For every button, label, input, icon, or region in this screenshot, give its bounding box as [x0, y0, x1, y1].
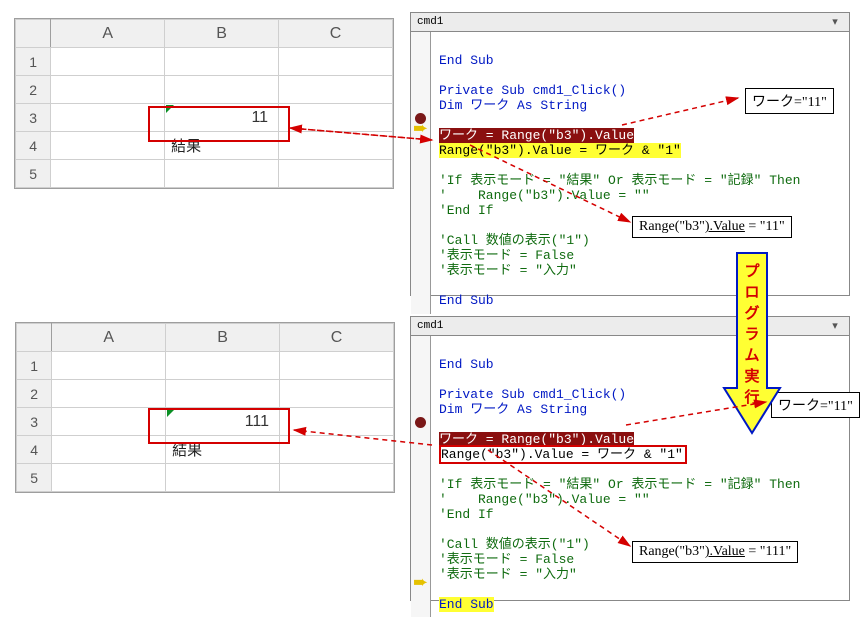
code-title-bar: cmd1 ▾ — [411, 317, 849, 336]
dropdown-icon[interactable]: ▾ — [827, 15, 843, 29]
code-line: '表示モード = False — [439, 248, 574, 263]
cell-c5[interactable] — [280, 464, 394, 492]
row-header-4[interactable]: 4 — [16, 132, 51, 160]
row-header-5[interactable]: 5 — [16, 160, 51, 188]
cell-a2[interactable] — [52, 380, 166, 408]
cell-b4[interactable]: 結果 — [165, 132, 279, 160]
cell-c5[interactable] — [279, 160, 393, 188]
tooltip-work-bottom: ワーク="11" — [771, 392, 860, 418]
cell-c4[interactable] — [279, 132, 393, 160]
row-header-1[interactable]: 1 — [16, 48, 51, 76]
cell-a5[interactable] — [51, 160, 165, 188]
spreadsheet-bottom: A B C 1 2 3 111 4 結果 5 — [15, 322, 395, 493]
code-editor-bottom[interactable]: End Sub Private Sub cmd1_Click() Dim ワーク… — [431, 336, 849, 617]
cell-c4[interactable] — [280, 436, 394, 464]
cell-b1[interactable] — [166, 352, 280, 380]
code-gutter: ➨ — [411, 32, 431, 314]
step-arrow-icon: ➨ — [413, 578, 428, 591]
code-line: ' Range("b3").Value = "" — [439, 492, 650, 507]
code-line: 'End If — [439, 203, 494, 218]
cell-b5[interactable] — [166, 464, 280, 492]
select-all-corner[interactable] — [16, 20, 51, 48]
cell-c2[interactable] — [279, 76, 393, 104]
object-dropdown[interactable]: cmd1 — [417, 320, 443, 332]
row-header-2[interactable]: 2 — [16, 76, 51, 104]
code-line: 'Call 数値の表示("1") — [439, 233, 590, 248]
tooltip-range-bottom: Range("b3").Value = "111" — [632, 541, 798, 563]
cell-c1[interactable] — [279, 48, 393, 76]
next-line-box: Range("b3").Value = ワーク & "1" — [439, 445, 687, 464]
object-dropdown[interactable]: cmd1 — [417, 16, 443, 28]
code-line: 'End If — [439, 507, 494, 522]
cell-a3[interactable] — [51, 104, 165, 132]
code-window-top: cmd1 ▾ ➨ End Sub Private Sub cmd1_Click(… — [410, 12, 850, 296]
cell-b2[interactable] — [166, 380, 280, 408]
cell-b3[interactable]: 111 — [166, 408, 280, 436]
row-header-5[interactable]: 5 — [17, 464, 52, 492]
cell-a3[interactable] — [52, 408, 166, 436]
execution-flow-arrow: プログラム実行 — [722, 248, 782, 438]
row-header-1[interactable]: 1 — [17, 352, 52, 380]
cell-b2[interactable] — [165, 76, 279, 104]
cell-b1[interactable] — [165, 48, 279, 76]
cell-c3[interactable] — [279, 104, 393, 132]
dropdown-icon[interactable]: ▾ — [827, 319, 843, 333]
col-header-b[interactable]: B — [166, 324, 280, 352]
code-line: Private Sub cmd1_Click() — [439, 387, 626, 402]
step-arrow-icon: ➨ — [413, 124, 428, 137]
select-all-corner[interactable] — [17, 324, 52, 352]
row-header-2[interactable]: 2 — [17, 380, 52, 408]
code-line: '表示モード = "入力" — [439, 567, 577, 582]
col-header-c[interactable]: C — [280, 324, 394, 352]
code-line: End Sub — [439, 293, 494, 308]
cell-b3[interactable]: 11 — [165, 104, 279, 132]
row-header-3[interactable]: 3 — [16, 104, 51, 132]
code-line: End Sub — [439, 53, 494, 68]
code-line: 'If 表示モード = "結果" Or 表示モード = "記録" Then — [439, 173, 800, 188]
step-line: Range("b3").Value = ワーク & "1" — [439, 143, 681, 158]
col-header-b[interactable]: B — [165, 20, 279, 48]
col-header-a[interactable]: A — [51, 20, 165, 48]
cell-b5[interactable] — [165, 160, 279, 188]
row-header-3[interactable]: 3 — [17, 408, 52, 436]
grid-top[interactable]: A B C 1 2 3 11 4 結果 5 — [15, 19, 393, 188]
code-gutter: ➨ — [411, 336, 431, 617]
cell-a4[interactable] — [52, 436, 166, 464]
cell-c2[interactable] — [280, 380, 394, 408]
cell-a2[interactable] — [51, 76, 165, 104]
breakpoint-icon[interactable] — [415, 417, 426, 428]
col-header-c[interactable]: C — [279, 20, 393, 48]
code-line: Private Sub cmd1_Click() — [439, 83, 626, 98]
breakpoint-line: ワーク = Range("b3").Value — [439, 128, 634, 143]
cell-a1[interactable] — [52, 352, 166, 380]
cell-c3[interactable] — [280, 408, 394, 436]
spreadsheet-top: A B C 1 2 3 11 4 結果 5 — [14, 18, 394, 189]
col-header-a[interactable]: A — [52, 324, 166, 352]
code-line: '表示モード = "入力" — [439, 263, 577, 278]
code-line: 'If 表示モード = "結果" Or 表示モード = "記録" Then — [439, 477, 800, 492]
code-editor-top[interactable]: End Sub Private Sub cmd1_Click() Dim ワーク… — [431, 32, 849, 314]
tooltip-range-top: Range("b3").Value = "11" — [632, 216, 792, 238]
cell-c1[interactable] — [280, 352, 394, 380]
code-title-bar: cmd1 ▾ — [411, 13, 849, 32]
code-line: End Sub — [439, 357, 494, 372]
code-line: Dim ワーク As String — [439, 402, 587, 417]
cell-a4[interactable] — [51, 132, 165, 160]
arrow-label: プログラム実行 — [744, 264, 759, 407]
tooltip-work-top: ワーク="11" — [745, 88, 834, 114]
code-line: '表示モード = False — [439, 552, 574, 567]
cell-a1[interactable] — [51, 48, 165, 76]
cell-a5[interactable] — [52, 464, 166, 492]
cell-b4[interactable]: 結果 — [166, 436, 280, 464]
row-header-4[interactable]: 4 — [17, 436, 52, 464]
code-line: 'Call 数値の表示("1") — [439, 537, 590, 552]
code-line: ' Range("b3").Value = "" — [439, 188, 650, 203]
code-line: Dim ワーク As String — [439, 98, 587, 113]
grid-bottom[interactable]: A B C 1 2 3 111 4 結果 5 — [16, 323, 394, 492]
